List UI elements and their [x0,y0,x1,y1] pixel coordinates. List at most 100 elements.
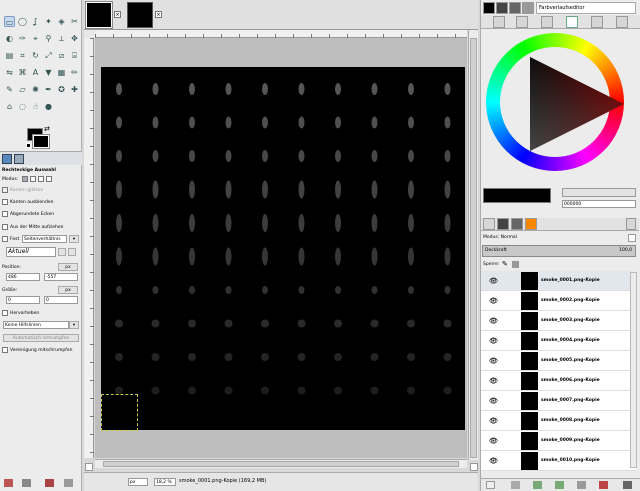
blur-tool-icon[interactable]: ◌ [17,101,28,112]
heal-tool-icon[interactable]: ✚ [69,84,80,95]
mode-value[interactable]: Normal [501,235,517,240]
navigate-icon[interactable] [85,463,93,471]
layer-row[interactable]: 👁 smoke_0010.png-Kopie [481,451,636,471]
opacity-slider[interactable]: Deckkraft 100,0 [482,245,636,257]
airbrush-tool-icon[interactable]: ✺ [30,84,41,95]
reset-options-icon[interactable] [64,479,73,487]
zoom-select[interactable]: 18,2 % [154,478,176,486]
background-color-swatch[interactable] [32,134,50,149]
selection-marquee[interactable] [101,394,138,431]
layer-row[interactable]: 👁 smoke_0007.png-Kopie [481,391,636,411]
aktuell-lock-icon[interactable] [58,248,66,256]
mode-dropdown-arrow-icon[interactable] [628,234,636,242]
saturation-value-triangle[interactable] [500,47,628,161]
palette-selector-icon[interactable] [591,16,603,28]
new-layer-group-icon[interactable] [511,481,520,489]
layer-row[interactable]: 👁 smoke_0005.png-Kopie [481,351,636,371]
guides-dropdown-arrow-icon[interactable]: ▾ [69,321,79,329]
rect-select-tool-icon[interactable]: ▭ [4,16,15,27]
lower-layer-icon[interactable] [555,481,564,489]
layer-row[interactable]: 👁 smoke_0004.png-Kopie [481,331,636,351]
gimp-selector-icon[interactable] [493,16,505,28]
layer-row[interactable]: 👁 smoke_0001.png-Kopie [481,271,636,291]
vereinigung-row[interactable]: Vereinigung mitschrumpfen [2,346,72,355]
foreground-select-tool-icon[interactable]: ◐ [4,33,15,44]
visibility-eye-icon[interactable]: 👁 [489,311,498,331]
fest-checkbox[interactable] [2,235,8,242]
horizontal-ruler[interactable] [95,30,467,38]
wheel-selector-icon[interactable] [566,16,578,28]
align-tool-icon[interactable]: ▤ [4,50,15,61]
visibility-eye-icon[interactable]: 👁 [489,351,498,371]
zoom-tool-icon[interactable]: ⚲ [43,33,54,44]
layers-scrollbar[interactable] [630,272,637,468]
pencil-tool-icon[interactable]: ✏ [69,67,80,78]
device-status-tab[interactable] [14,154,24,164]
scale-tool-icon[interactable]: ⤢ [43,50,54,61]
channels-tab-icon[interactable] [497,218,509,230]
hervorheben-checkbox[interactable] [2,309,8,316]
position-unit-select[interactable]: px [58,263,78,271]
visibility-eye-icon[interactable]: 👁 [489,291,498,311]
hex-field[interactable]: 000000 [562,200,636,208]
vertical-scroll-thumb[interactable] [470,38,477,458]
fest-dropdown[interactable]: Seitenverhältnis [22,235,67,243]
ink-tool-icon[interactable]: ✒ [43,84,54,95]
duplicate-layer-icon[interactable] [577,481,586,489]
visibility-eye-icon[interactable]: 👁 [489,371,498,391]
visibility-eye-icon[interactable]: 👁 [489,331,498,351]
patterns-tab-icon[interactable] [509,2,521,14]
kanten-ausblenden-row[interactable]: Kanten ausblenden [2,198,53,207]
eraser-tool-icon[interactable]: ▱ [17,84,28,95]
mode-add-icon[interactable] [29,175,36,182]
aktuell-clear-icon[interactable] [68,248,76,256]
image-tab-2[interactable] [127,2,153,28]
mode-subtract-icon[interactable] [37,175,44,182]
perspective-tool-icon[interactable]: ⌸ [69,50,80,61]
tool-options-tab[interactable] [2,154,12,164]
mode-intersect-icon[interactable] [45,175,52,182]
delete-layer-icon[interactable] [623,481,632,489]
zoom-to-fit-icon[interactable] [470,463,478,471]
paths-tool-icon[interactable]: ✑ [17,33,28,44]
crop-tool-icon[interactable]: ⌗ [17,50,28,61]
image-tab-1[interactable] [85,1,113,29]
layer-row[interactable]: 👁 smoke_0006.png-Kopie [481,371,636,391]
vertical-ruler[interactable] [84,38,94,458]
default-colors-icon[interactable] [26,143,31,148]
position-x-field[interactable]: 486 [6,273,40,281]
watercolor-selector-icon[interactable] [616,16,628,28]
paintbrush-tool-icon[interactable]: ✎ [4,84,15,95]
visibility-eye-icon[interactable]: 👁 [489,411,498,431]
vereinigung-checkbox[interactable] [2,346,8,353]
color-picker-button[interactable] [562,188,636,197]
visibility-eye-icon[interactable]: 👁 [489,451,498,471]
layer-row[interactable]: 👁 smoke_0002.png-Kopie [481,291,636,311]
clone-tool-icon[interactable]: ✪ [56,84,67,95]
smudge-tool-icon[interactable]: ☝ [30,101,41,112]
hervorheben-row[interactable]: Hervorheben [2,309,39,318]
quickmask-corner[interactable] [84,30,95,38]
paths-tab-icon[interactable] [511,218,523,230]
close-tab-2-icon[interactable]: × [155,11,162,18]
kanten-glaetten-checkbox[interactable] [2,186,8,193]
guides-dropdown[interactable]: Keine Hilfslinien [3,321,69,329]
visibility-eye-icon[interactable]: 👁 [489,271,498,291]
horizontal-scroll-thumb[interactable] [103,461,459,467]
size-width-field[interactable]: 0 [6,296,40,304]
lock-alpha-icon[interactable] [512,261,519,268]
farbverlaufseditor-tab[interactable]: Farbverlaufseditor [536,2,636,14]
cage-tool-icon[interactable]: ⌘ [17,67,28,78]
aus-der-mitte-row[interactable]: Aus der Mitte aufziehen [2,223,64,232]
fg-bg-dock-icon[interactable] [483,2,495,14]
automatisch-schrumpfen-button[interactable]: Automatisch schrumpfen [3,334,79,342]
dodge-burn-tool-icon[interactable]: ● [43,101,54,112]
gradients-tab-icon[interactable] [522,2,534,14]
kanten-ausblenden-checkbox[interactable] [2,198,8,205]
new-layer-icon[interactable] [486,481,495,489]
scale-selector-icon[interactable] [541,16,553,28]
aktuell-input[interactable]: Aktuell [6,247,56,257]
save-options-icon[interactable] [4,479,13,487]
close-tab-1-icon[interactable]: × [114,11,121,18]
rotate-tool-icon[interactable]: ↻ [30,50,41,61]
